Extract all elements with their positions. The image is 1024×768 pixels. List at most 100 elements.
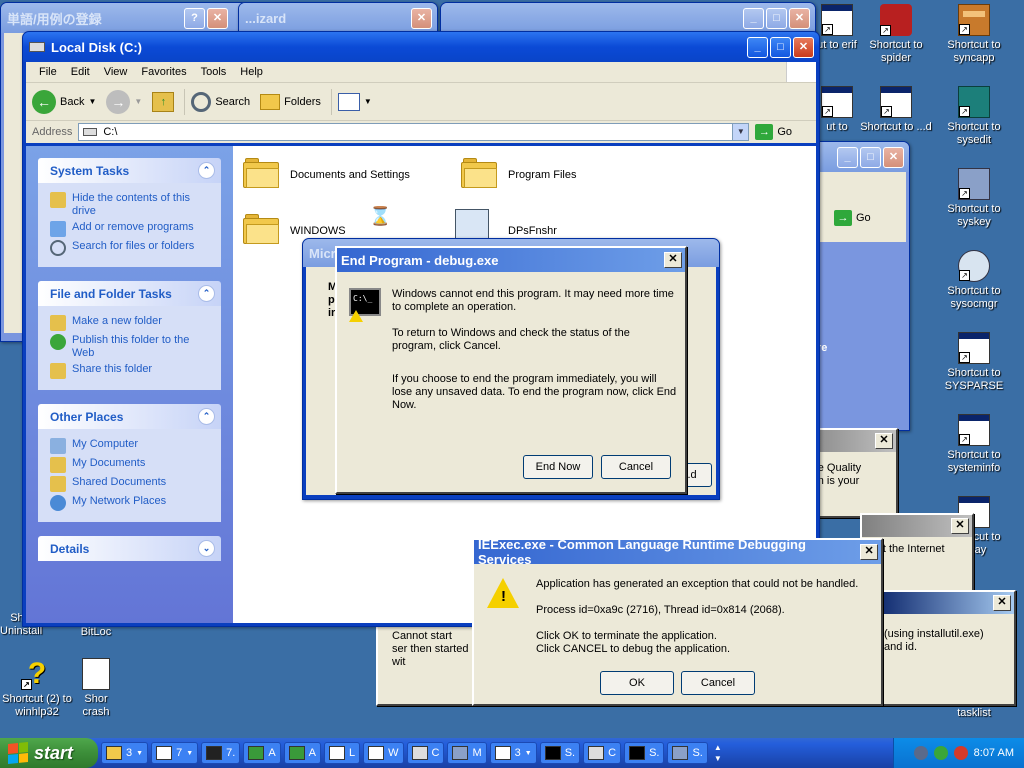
- go-button[interactable]: → Go: [755, 124, 816, 140]
- expand-icon[interactable]: ⌄: [198, 540, 215, 557]
- close-button[interactable]: ✕: [883, 146, 904, 168]
- scroll-down-icon[interactable]: ▼: [714, 753, 722, 764]
- ok-button[interactable]: OK: [600, 671, 674, 695]
- other-places-header[interactable]: Other Places ⌃: [38, 404, 221, 429]
- wizard-titlebar[interactable]: ...izard ✕: [239, 3, 437, 33]
- up-folder-button[interactable]: ↑: [152, 91, 175, 112]
- collapse-icon[interactable]: ⌃: [198, 408, 215, 425]
- app-icon[interactable]: [455, 209, 489, 239]
- minimize-button[interactable]: _: [743, 7, 764, 29]
- close-button[interactable]: ✕: [207, 7, 228, 29]
- taskbar-item-9[interactable]: M: [447, 742, 487, 764]
- bg-window-titlebar[interactable]: _ □ ✕: [441, 3, 815, 33]
- close-button[interactable]: ✕: [793, 36, 814, 58]
- desktop-shortcut-systeminfo[interactable]: ↗ Shortcut to systeminfo: [937, 414, 1011, 475]
- forward-button[interactable]: → ▼: [106, 89, 142, 114]
- my-documents-link[interactable]: My Documents: [50, 457, 211, 473]
- close-button[interactable]: ✕: [411, 7, 432, 29]
- system-tasks-header[interactable]: System Tasks ⌃: [38, 158, 221, 183]
- close-button[interactable]: ✕: [789, 7, 810, 29]
- taskbar-item-2[interactable]: 7 ▼: [151, 742, 199, 764]
- help-button[interactable]: ?: [184, 7, 205, 29]
- taskbar-item-14[interactable]: S.: [667, 742, 708, 764]
- desktop-shortcut-crash[interactable]: Shor crash: [76, 658, 116, 719]
- desktop-shortcut-sysedit[interactable]: ↗ Shortcut to sysedit: [937, 86, 1011, 147]
- taskbar-item-11[interactable]: S.: [539, 742, 581, 764]
- hide-contents-link[interactable]: Hide the contents of this drive: [50, 192, 211, 218]
- desktop-shortcut-tasklist[interactable]: tasklist: [937, 707, 1011, 720]
- start-button[interactable]: start: [0, 738, 98, 768]
- taskbar-item-10[interactable]: 3 ▼: [489, 742, 537, 764]
- clock[interactable]: 8:07 AM: [974, 747, 1014, 759]
- explorer-titlebar[interactable]: Local Disk (C:) _ □ ✕: [23, 32, 819, 62]
- taskbar-item-13[interactable]: S.: [624, 742, 665, 764]
- ieexec-titlebar[interactable]: IEExec.exe - Common Language Runtime Deb…: [474, 537, 881, 567]
- close-button[interactable]: ✕: [875, 433, 893, 449]
- taskbar-item-5[interactable]: A: [283, 742, 321, 764]
- address-input[interactable]: C:\ ▼: [78, 123, 750, 141]
- end-program-titlebar[interactable]: End Program - debug.exe ✕: [337, 248, 685, 272]
- bg-dialog-cannot-start[interactable]: Cannot start ser then started wit: [376, 620, 486, 706]
- cancel-button[interactable]: Cancel: [681, 671, 755, 695]
- end-now-button[interactable]: End Now: [523, 455, 593, 479]
- file-item-name[interactable]: DPsFnshr: [508, 225, 557, 237]
- collapse-icon[interactable]: ⌃: [198, 285, 215, 302]
- maximize-button[interactable]: □: [766, 7, 787, 29]
- menu-tools[interactable]: Tools: [194, 66, 234, 78]
- desktop-shortcut-syncapp[interactable]: ↗ Shortcut to syncapp: [937, 4, 1011, 65]
- end-program-dialog[interactable]: End Program - debug.exe ✕ C:\_ Windows c…: [335, 246, 687, 494]
- desktop-shortcut-sysocmgr[interactable]: ↗ Shortcut to sysocmgr: [937, 250, 1011, 311]
- file-item-name[interactable]: Documents and Settings: [290, 169, 410, 181]
- file-item-name[interactable]: Program Files: [508, 169, 576, 181]
- maximize-button[interactable]: □: [860, 146, 881, 168]
- maximize-button[interactable]: □: [770, 36, 791, 58]
- tray-shield-icon[interactable]: [953, 746, 968, 760]
- add-remove-programs-link[interactable]: Add or remove programs: [50, 221, 211, 237]
- menu-file[interactable]: File: [32, 66, 64, 78]
- taskbar-scroll[interactable]: ▲ ▼: [714, 742, 722, 764]
- desktop-shortcut-winhlp32[interactable]: ? ↗ Shortcut (2) to winhlp32: [0, 658, 74, 719]
- details-header[interactable]: Details ⌄: [38, 536, 221, 561]
- taskbar-item-3[interactable]: 7.: [201, 742, 241, 764]
- taskbar-item-6[interactable]: L: [324, 742, 361, 764]
- publish-web-link[interactable]: Publish this folder to the Web: [50, 334, 211, 360]
- bg-dialog-installutil[interactable]: ✕ (using installutil.exe) and id.: [872, 590, 1016, 706]
- close-button[interactable]: ✕: [664, 252, 682, 268]
- my-computer-link[interactable]: My Computer: [50, 438, 211, 454]
- desktop-shortcut-bitloc[interactable]: BitLoc: [76, 626, 116, 639]
- jp-window-titlebar[interactable]: 単語/用例の登録 ? ✕: [1, 3, 247, 33]
- file-tasks-header[interactable]: File and Folder Tasks ⌃: [38, 281, 221, 306]
- collapse-icon[interactable]: ⌃: [198, 162, 215, 179]
- taskbar-item-7[interactable]: W: [363, 742, 404, 764]
- cancel-button[interactable]: Cancel: [601, 455, 671, 479]
- shared-documents-link[interactable]: Shared Documents: [50, 476, 211, 492]
- taskbar-item-12[interactable]: C: [583, 742, 622, 764]
- go-button[interactable]: → Go: [834, 208, 894, 228]
- desktop-shortcut-spider[interactable]: ↗ Shortcut to spider: [859, 4, 933, 65]
- menu-view[interactable]: View: [97, 66, 135, 78]
- views-button[interactable]: ▼: [337, 92, 372, 111]
- minimize-button[interactable]: _: [747, 36, 768, 58]
- menu-favorites[interactable]: Favorites: [134, 66, 193, 78]
- my-network-places-link[interactable]: My Network Places: [50, 495, 211, 511]
- folder-icon[interactable]: [243, 158, 279, 188]
- make-new-folder-link[interactable]: Make a new folder: [50, 315, 211, 331]
- file-item-name[interactable]: WINDOWS: [290, 225, 346, 237]
- desktop-shortcut-sysparse[interactable]: ↗ Shortcut to SYSPARSE: [937, 332, 1011, 393]
- share-folder-link[interactable]: Share this folder: [50, 363, 211, 379]
- chevron-down-icon[interactable]: ▼: [732, 124, 749, 140]
- taskbar-item-1[interactable]: 3 ▼: [101, 742, 149, 764]
- close-button[interactable]: ✕: [951, 518, 969, 534]
- menu-edit[interactable]: Edit: [64, 66, 97, 78]
- search-button[interactable]: Search: [191, 91, 250, 112]
- ieexec-dialog[interactable]: IEExec.exe - Common Language Runtime Deb…: [472, 537, 883, 706]
- folder-icon[interactable]: [461, 158, 497, 188]
- tray-update-icon[interactable]: [933, 746, 948, 760]
- back-button[interactable]: ← Back ▼: [32, 89, 96, 114]
- taskbar-item-4[interactable]: A: [243, 742, 281, 764]
- close-button[interactable]: ✕: [993, 595, 1011, 611]
- menu-help[interactable]: Help: [233, 66, 270, 78]
- folder-icon[interactable]: [243, 214, 279, 244]
- close-button[interactable]: ✕: [860, 544, 878, 560]
- folders-button[interactable]: Folders: [260, 93, 321, 110]
